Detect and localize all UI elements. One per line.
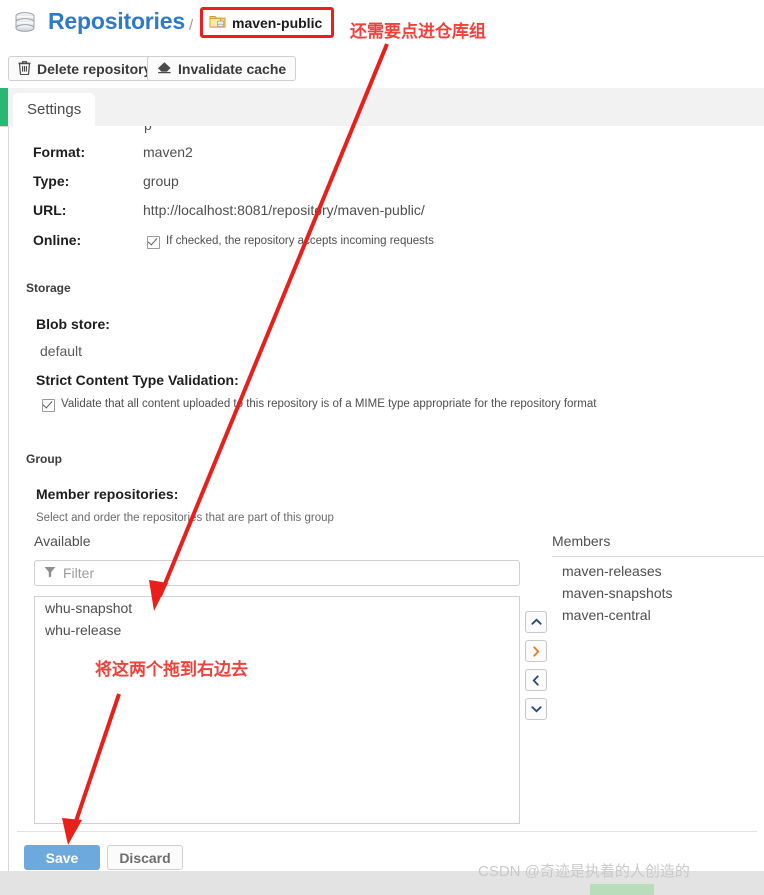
- strict-content-type-checkbox-row[interactable]: Validate that all content uploaded to th…: [42, 398, 596, 412]
- available-column-label: Available: [34, 533, 91, 549]
- filter-placeholder: Filter: [63, 565, 95, 581]
- blob-store-value: default: [40, 343, 83, 359]
- database-icon: [12, 10, 38, 38]
- trash-icon: [18, 60, 31, 78]
- strict-content-type-description: Validate that all content uploaded to th…: [61, 398, 597, 410]
- member-repositories-label: Member repositories:: [36, 486, 179, 502]
- list-item[interactable]: whu-snapshot: [35, 597, 519, 619]
- strict-content-type-checkbox[interactable]: [42, 399, 55, 412]
- member-repositories-hint: Select and order the repositories that a…: [36, 512, 334, 524]
- filter-input[interactable]: Filter: [34, 560, 520, 586]
- delete-repository-label: Delete repository: [37, 60, 152, 77]
- format-label: Format:: [33, 144, 86, 160]
- invalidate-cache-label: Invalidate cache: [178, 60, 287, 77]
- list-item[interactable]: whu-release: [35, 619, 519, 641]
- online-description: If checked, the repository accepts incom…: [166, 235, 434, 247]
- tab-settings[interactable]: Settings: [13, 93, 96, 126]
- url-label: URL:: [33, 202, 67, 218]
- member-repositories-list[interactable]: maven-releases maven-snapshots maven-cen…: [552, 556, 764, 824]
- online-checkbox[interactable]: [147, 236, 160, 249]
- nexus-repository-settings-page: Repositories / maven-public Delete repos…: [0, 0, 764, 895]
- tab-strip: Settings: [0, 88, 764, 127]
- taskbar-green-chip: [590, 884, 654, 895]
- save-button[interactable]: Save: [24, 845, 100, 870]
- move-left-button[interactable]: [525, 669, 547, 691]
- breadcrumb-current-repository[interactable]: maven-public: [200, 7, 335, 38]
- scrolled-clipped-row: p: [9, 126, 764, 140]
- move-down-button[interactable]: [525, 698, 547, 720]
- discard-button[interactable]: Discard: [107, 845, 183, 870]
- annotation-drag-note: 将这两个拖到右边去: [95, 660, 248, 679]
- members-column-label: Members: [552, 533, 611, 549]
- page-title[interactable]: Repositories: [48, 8, 185, 35]
- type-value: group: [143, 173, 179, 189]
- available-repositories-list[interactable]: whu-snapshot whu-release: [34, 596, 520, 824]
- online-label: Online:: [33, 232, 82, 248]
- repository-group-icon: [209, 14, 226, 32]
- clipped-text-fragment: p: [144, 126, 152, 133]
- strict-content-type-label: Strict Content Type Validation:: [36, 372, 239, 388]
- format-value: maven2: [143, 144, 193, 160]
- csdn-watermark: CSDN @奇迹是执着的人创造的: [478, 863, 690, 880]
- repository-toolbar: Delete repository Invalidate cache: [0, 52, 764, 88]
- tab-settings-label: Settings: [27, 101, 82, 118]
- eraser-icon: [157, 61, 172, 77]
- breadcrumb-separator: /: [189, 17, 194, 34]
- status-accent-bar: [0, 88, 8, 126]
- group-section-title: Group: [26, 452, 62, 466]
- blob-store-label: Blob store:: [36, 316, 110, 332]
- funnel-icon: [44, 566, 56, 581]
- delete-repository-button[interactable]: Delete repository: [8, 56, 162, 81]
- list-item[interactable]: maven-central: [552, 604, 764, 626]
- url-value: http://localhost:8081/repository/maven-p…: [143, 202, 425, 218]
- move-right-button[interactable]: [525, 640, 547, 662]
- footer-divider: [17, 831, 757, 832]
- breadcrumb-current-label: maven-public: [232, 14, 323, 31]
- list-item[interactable]: maven-releases: [552, 557, 764, 582]
- type-label: Type:: [33, 173, 70, 189]
- move-up-button[interactable]: [525, 611, 547, 633]
- storage-section-title: Storage: [26, 281, 71, 295]
- online-checkbox-row[interactable]: If checked, the repository accepts incom…: [147, 235, 434, 249]
- list-item[interactable]: maven-snapshots: [552, 582, 764, 604]
- annotation-top-note: 还需要点进仓库组: [350, 22, 486, 41]
- invalidate-cache-button[interactable]: Invalidate cache: [147, 56, 297, 81]
